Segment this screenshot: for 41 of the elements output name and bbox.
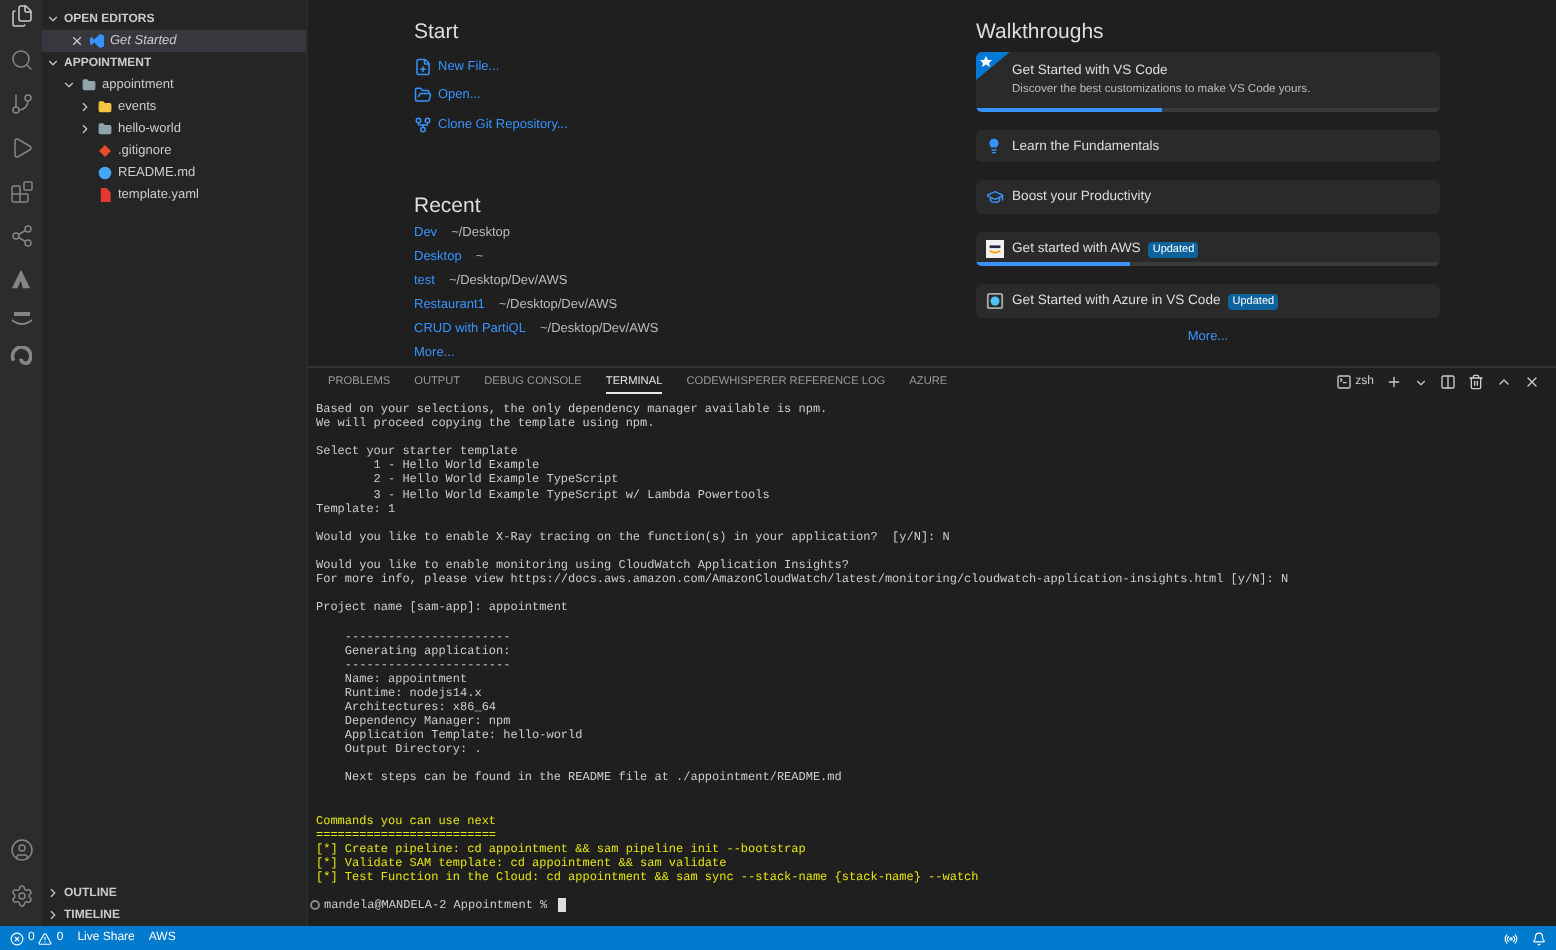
featured-corner-icon <box>976 52 1010 80</box>
swirl-icon[interactable] <box>10 346 32 368</box>
branch-icon <box>414 115 432 134</box>
close-icon[interactable] <box>70 34 84 48</box>
trash-icon[interactable] <box>1468 374 1484 390</box>
lightbulb-icon <box>986 138 1002 154</box>
warning-icon <box>38 931 53 945</box>
chevron-down-icon[interactable] <box>1414 375 1428 389</box>
code-logo-icon <box>90 34 104 48</box>
folder-icon <box>82 78 96 92</box>
folder-icon <box>98 122 112 136</box>
files-icon[interactable] <box>9 4 33 28</box>
folder-icon <box>414 86 432 105</box>
account-icon[interactable] <box>9 838 33 862</box>
close-icon[interactable] <box>1524 374 1540 390</box>
section-heading: Start <box>414 20 461 44</box>
bell-icon[interactable] <box>1532 931 1546 945</box>
logo-icon <box>985 240 1003 258</box>
search-icon[interactable] <box>9 48 33 72</box>
plus-icon[interactable] <box>1386 374 1402 390</box>
chevron-up-icon[interactable] <box>1496 374 1512 390</box>
broadcast-icon[interactable] <box>1504 931 1518 945</box>
folder-icon <box>98 100 112 114</box>
split-icon[interactable] <box>1440 374 1456 390</box>
run-debug-icon[interactable] <box>9 136 33 160</box>
extensions-icon[interactable] <box>9 180 33 204</box>
git-diamond-icon <box>98 144 112 158</box>
chevron-down-icon <box>46 12 60 26</box>
error-icon <box>10 931 24 945</box>
triangle-logo-icon[interactable] <box>10 268 32 290</box>
prompt-marker-icon <box>310 900 320 911</box>
section-heading: Walkthroughs <box>976 20 1106 44</box>
cube-icon <box>985 292 1003 310</box>
file-icon <box>98 188 112 202</box>
text-cursor <box>557 898 566 913</box>
file-plus-icon <box>414 57 432 76</box>
graduation-cap-icon <box>985 188 1003 206</box>
source-control-icon[interactable] <box>9 92 33 116</box>
settings-icon[interactable] <box>9 884 33 908</box>
section-heading: Recent <box>414 193 483 217</box>
share-icon[interactable] <box>9 224 33 248</box>
